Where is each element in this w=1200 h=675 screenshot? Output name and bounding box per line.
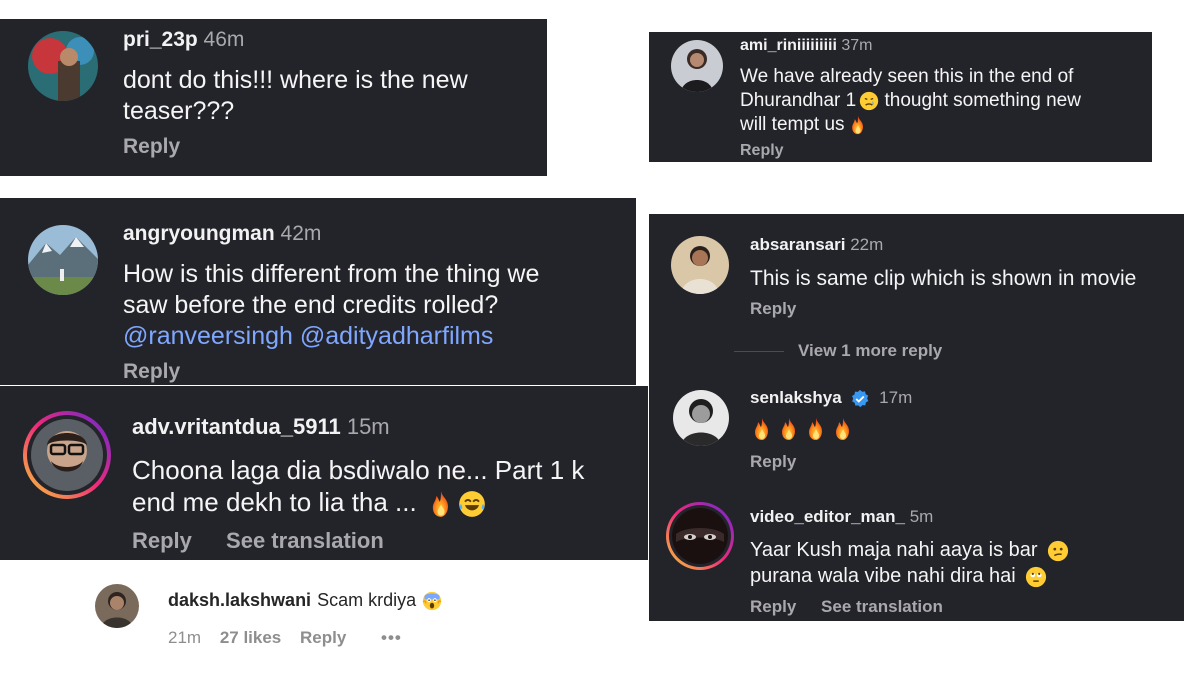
avatar[interactable] bbox=[673, 390, 729, 446]
fire-icon bbox=[777, 417, 801, 441]
username[interactable]: pri_23p bbox=[123, 28, 198, 51]
username[interactable]: absaransari bbox=[750, 235, 845, 254]
username[interactable]: ami_riniiiiiiiii bbox=[740, 37, 837, 54]
comment-card-ami: ami_riniiiiiiiii 37m We have already see… bbox=[649, 32, 1152, 162]
avatar[interactable] bbox=[671, 40, 723, 92]
reply-button[interactable]: Reply bbox=[750, 299, 796, 318]
comment-text-line: purana wala vibe nahi dira hai bbox=[750, 563, 1069, 589]
joy-face-icon bbox=[458, 490, 486, 518]
reply-button[interactable]: Reply bbox=[300, 628, 346, 647]
mention-link[interactable]: @adityadharfilms bbox=[300, 322, 494, 350]
fire-icon bbox=[427, 490, 455, 518]
eye-roll-face-icon bbox=[1025, 566, 1047, 588]
more-options-icon[interactable]: ••• bbox=[381, 628, 402, 647]
see-translation-button[interactable]: See translation bbox=[226, 528, 384, 553]
username[interactable]: senlakshya bbox=[750, 388, 842, 407]
comment-text-line: Dhurandhar 1 thought something new bbox=[740, 90, 1081, 111]
comment-text-line: We have already seen this in the end of bbox=[740, 66, 1074, 87]
comment-text-line: teaser??? bbox=[123, 97, 235, 125]
confused-face-icon bbox=[1047, 540, 1069, 562]
username[interactable]: adv.vritantdua_5911 bbox=[132, 414, 341, 439]
reply-button[interactable]: Reply bbox=[132, 528, 192, 553]
crying-face-icon bbox=[859, 91, 879, 111]
avatar[interactable] bbox=[671, 236, 729, 294]
likes-count[interactable]: 27 likes bbox=[220, 628, 281, 647]
comment-text-line: Yaar Kush maja nahi aaya is bar bbox=[750, 537, 1069, 563]
avatar[interactable] bbox=[31, 419, 103, 491]
reply-button[interactable]: Reply bbox=[750, 452, 796, 471]
comment-card-vritantdua: adv.vritantdua_5911 15m Choona laga dia … bbox=[0, 386, 648, 560]
comment-text-line: end me dekh to lia tha ... bbox=[132, 486, 584, 518]
comment-time: 5m bbox=[909, 507, 934, 526]
username[interactable]: angryoungman bbox=[123, 222, 275, 245]
fire-icon bbox=[750, 417, 774, 441]
comment-card-pri: pri_23p 46m dont do this!!! where is the… bbox=[0, 19, 547, 176]
scream-face-icon bbox=[422, 591, 442, 611]
mention-link[interactable]: @ranveersingh bbox=[123, 322, 293, 350]
avatar[interactable] bbox=[28, 31, 98, 101]
story-ring[interactable] bbox=[666, 502, 734, 570]
comment-time: 46m bbox=[203, 28, 245, 51]
comment-text-line: This is same clip which is shown in movi… bbox=[750, 267, 1137, 290]
comment-card-angryoungman: angryoungman 42m How is this different f… bbox=[0, 198, 636, 385]
username[interactable]: daksh.lakshwani bbox=[168, 590, 311, 610]
view-more-replies-button[interactable]: View 1 more reply bbox=[798, 341, 942, 360]
username[interactable]: video_editor_man_ bbox=[750, 507, 905, 526]
avatar[interactable] bbox=[672, 508, 728, 564]
comment-time: 15m bbox=[346, 414, 390, 439]
comment-time: 42m bbox=[280, 222, 322, 245]
view-replies-line bbox=[734, 351, 784, 352]
story-ring[interactable] bbox=[23, 411, 111, 499]
comment-card-daksh: daksh.lakshwani Scam krdiya 21m 27 likes … bbox=[0, 560, 648, 675]
fire-icon bbox=[804, 417, 828, 441]
comment-thread-right: absaransari 22m This is same clip which … bbox=[649, 214, 1184, 621]
comment-time: 22m bbox=[850, 235, 884, 254]
reply-button[interactable]: Reply bbox=[740, 142, 784, 159]
comment-text-line: How is this different from the thing we bbox=[123, 260, 540, 288]
fire-icon bbox=[848, 115, 868, 135]
avatar[interactable] bbox=[95, 584, 139, 628]
avatar[interactable] bbox=[28, 225, 98, 295]
verified-badge-icon bbox=[850, 389, 870, 409]
reply-button[interactable]: Reply bbox=[123, 135, 180, 158]
see-translation-button[interactable]: See translation bbox=[821, 597, 943, 616]
reply-button[interactable]: Reply bbox=[750, 597, 796, 616]
comment-text-line: Choona laga dia bsdiwalo ne... Part 1 k bbox=[132, 455, 585, 485]
comment-text-line: dont do this!!! where is the new bbox=[123, 66, 468, 94]
comment-time: 21m bbox=[168, 628, 202, 647]
comment-text: Scam krdiya bbox=[317, 590, 417, 610]
fire-icon bbox=[831, 417, 855, 441]
comment-text-line: saw before the end credits rolled? bbox=[123, 291, 499, 319]
comment-time: 37m bbox=[841, 37, 873, 54]
reply-button[interactable]: Reply bbox=[123, 360, 180, 383]
comment-text-line: will tempt us bbox=[740, 113, 1081, 137]
comment-time: 17m bbox=[879, 388, 913, 407]
